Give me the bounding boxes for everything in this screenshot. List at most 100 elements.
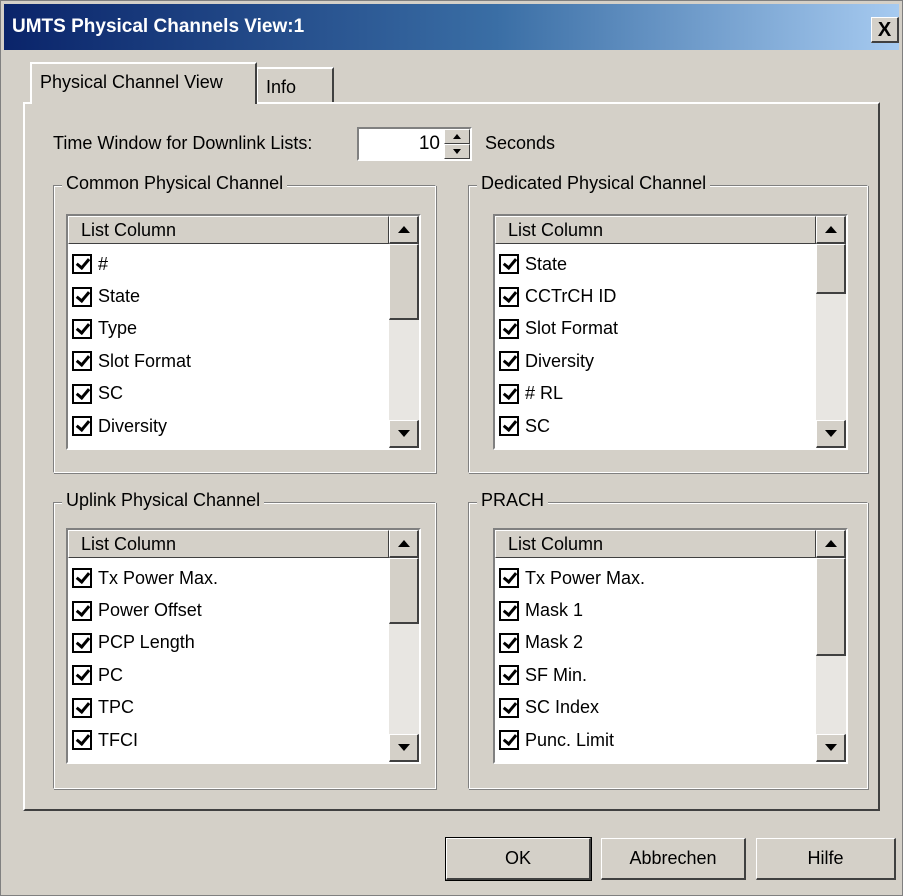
arrow-down-icon <box>397 430 410 437</box>
checkbox[interactable] <box>499 632 519 653</box>
list-item[interactable]: PCP Length <box>72 627 387 659</box>
ok-button-label: OK <box>504 848 531 868</box>
checkbox[interactable] <box>499 697 519 718</box>
list-header[interactable]: List Column <box>495 530 816 558</box>
arrow-down-icon <box>453 149 461 154</box>
list-item-label: Slot Format <box>98 350 192 371</box>
list-header[interactable]: List Column <box>495 216 816 244</box>
close-button[interactable]: X <box>871 17 899 43</box>
list-item-label: PC <box>98 664 124 685</box>
scroll-up-button[interactable] <box>816 216 846 244</box>
list-item[interactable]: Diversity <box>499 345 814 377</box>
list-item-label: Power Offset <box>98 600 202 621</box>
list-item[interactable]: SF Min. <box>499 659 814 691</box>
checkbox[interactable] <box>72 254 92 275</box>
group-title: Common Physical Channel <box>62 173 288 194</box>
list-item-label: SC <box>98 383 124 404</box>
spin-up-button[interactable] <box>444 129 470 144</box>
time-window-spinbox[interactable]: 10 <box>357 127 472 161</box>
checkbox[interactable] <box>499 416 519 437</box>
list-item[interactable]: Punc. Limit <box>499 724 814 756</box>
checkbox[interactable] <box>72 600 92 621</box>
list-header[interactable]: List Column <box>68 216 389 244</box>
list-dedicated-columns[interactable]: List Column State CCTrCH ID Slot Format … <box>493 214 848 450</box>
tab-info[interactable]: Info <box>256 67 334 105</box>
list-item[interactable]: TFCI <box>72 724 387 756</box>
list-items: Tx Power Max. Power Offset PCP Length PC… <box>72 562 387 756</box>
checkbox[interactable] <box>72 416 92 437</box>
checkbox[interactable] <box>72 351 92 372</box>
ok-button[interactable]: OK <box>445 837 592 881</box>
checkbox[interactable] <box>499 600 519 621</box>
checkbox[interactable] <box>499 665 519 686</box>
time-window-unit: Seconds <box>485 133 556 153</box>
list-item[interactable]: Tx Power Max. <box>499 562 814 594</box>
tab-physical-channel-view[interactable]: Physical Channel View <box>30 62 257 104</box>
vertical-scrollbar[interactable] <box>389 216 419 448</box>
list-item[interactable]: State <box>499 248 814 280</box>
list-item[interactable]: SC Index <box>499 692 814 724</box>
scroll-thumb[interactable] <box>816 244 846 294</box>
list-item[interactable]: Mask 2 <box>499 627 814 659</box>
scroll-down-button[interactable] <box>816 420 846 448</box>
checkbox[interactable] <box>499 254 519 275</box>
list-item[interactable]: SC <box>72 378 387 410</box>
list-item[interactable]: TPC <box>72 692 387 724</box>
list-prach-columns[interactable]: List Column Tx Power Max. Mask 1 Mask 2 … <box>493 528 848 764</box>
vertical-scrollbar[interactable] <box>816 216 846 448</box>
list-item[interactable]: SC <box>499 410 814 442</box>
checkbox[interactable] <box>72 632 92 653</box>
list-item[interactable]: Power Offset <box>72 594 387 626</box>
checkbox[interactable] <box>72 697 92 718</box>
scroll-up-button[interactable] <box>389 216 419 244</box>
list-item-label: Punc. Limit <box>525 729 615 750</box>
checkbox[interactable] <box>72 568 92 589</box>
list-item[interactable]: PC <box>72 659 387 691</box>
checkbox[interactable] <box>72 383 92 404</box>
scroll-up-button[interactable] <box>816 530 846 558</box>
list-item[interactable]: Diversity <box>72 410 387 442</box>
checkbox[interactable] <box>72 286 92 307</box>
checkbox[interactable] <box>499 730 519 751</box>
checkbox[interactable] <box>72 318 92 339</box>
spin-down-button[interactable] <box>444 144 470 159</box>
list-item-label: Type <box>98 318 138 339</box>
scroll-thumb[interactable] <box>816 558 846 656</box>
list-item[interactable]: # RL <box>499 378 814 410</box>
checkbox[interactable] <box>499 318 519 339</box>
vertical-scrollbar[interactable] <box>389 530 419 762</box>
checkbox[interactable] <box>499 383 519 404</box>
time-window-value[interactable]: 10 <box>419 133 440 155</box>
scroll-down-button[interactable] <box>389 420 419 448</box>
list-item[interactable]: Type <box>72 313 387 345</box>
scroll-thumb[interactable] <box>389 244 419 320</box>
list-item[interactable]: Slot Format <box>72 345 387 377</box>
checkbox[interactable] <box>499 286 519 307</box>
list-header[interactable]: List Column <box>68 530 389 558</box>
list-uplink-columns[interactable]: List Column Tx Power Max. Power Offset P… <box>66 528 421 764</box>
vertical-scrollbar[interactable] <box>816 530 846 762</box>
list-item[interactable]: # <box>72 248 387 280</box>
cancel-button[interactable]: Abbrechen <box>601 838 746 880</box>
help-button[interactable]: Hilfe <box>756 838 896 880</box>
list-item-label: SC Index <box>525 697 600 718</box>
list-item[interactable]: Tx Power Max. <box>72 562 387 594</box>
list-item[interactable]: Mask 1 <box>499 594 814 626</box>
list-item-label: Mask 2 <box>525 632 584 653</box>
scroll-down-button[interactable] <box>816 734 846 762</box>
list-common-columns[interactable]: List Column # State Type Slot Format SC … <box>66 214 421 450</box>
checkbox[interactable] <box>72 665 92 686</box>
title-bar[interactable]: UMTS Physical Channels View:1 X <box>4 4 899 50</box>
list-item[interactable]: CCTrCH ID <box>499 280 814 312</box>
spin-buttons <box>444 129 470 159</box>
checkbox[interactable] <box>499 568 519 589</box>
list-item-label: Mask 1 <box>525 600 584 621</box>
scroll-thumb[interactable] <box>389 558 419 624</box>
group-title: PRACH <box>477 490 549 511</box>
scroll-down-button[interactable] <box>389 734 419 762</box>
list-item[interactable]: State <box>72 280 387 312</box>
checkbox[interactable] <box>72 730 92 751</box>
scroll-up-button[interactable] <box>389 530 419 558</box>
checkbox[interactable] <box>499 351 519 372</box>
list-item[interactable]: Slot Format <box>499 313 814 345</box>
